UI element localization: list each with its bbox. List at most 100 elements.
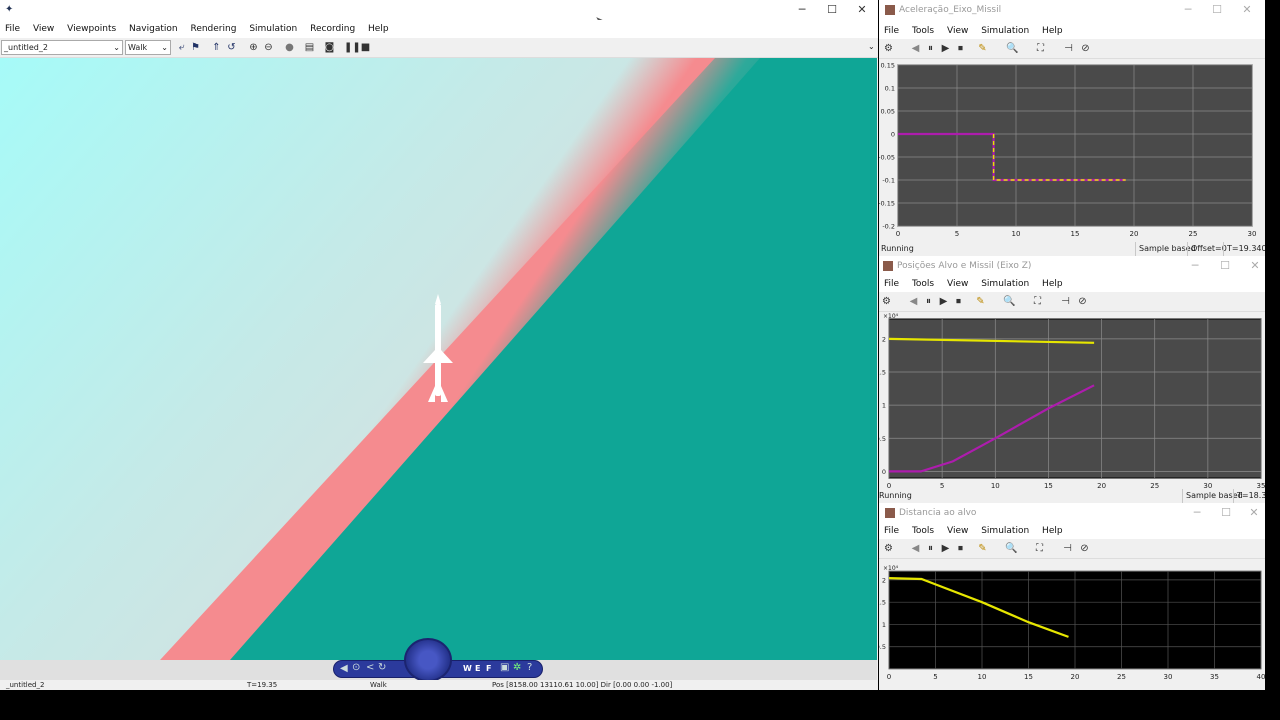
zoom-icon[interactable]: 🔍 xyxy=(1005,542,1018,555)
nav-letter-f[interactable]: F xyxy=(486,664,491,673)
viewpoint-icon[interactable]: ▤ xyxy=(303,41,316,54)
nav-left-icon[interactable]: ◀ xyxy=(340,663,348,674)
measurement-icon[interactable]: ⊘ xyxy=(1079,42,1092,55)
measurement-icon[interactable]: ⊘ xyxy=(1078,542,1091,555)
pause-icon[interactable]: ⏸ xyxy=(922,295,935,308)
menu-tools[interactable]: Tools xyxy=(907,522,939,540)
autoscale-icon[interactable]: ⛶ xyxy=(1031,295,1044,308)
navigation-wheel[interactable] xyxy=(404,638,452,682)
menu-simulation[interactable]: Simulation xyxy=(976,522,1034,540)
menu-view[interactable]: View xyxy=(942,275,973,293)
record-icon[interactable]: ● xyxy=(283,41,296,54)
go-to-default-icon[interactable]: ↺ xyxy=(225,41,238,54)
menu-view[interactable]: View xyxy=(942,22,973,40)
menu-file[interactable]: File xyxy=(0,20,25,38)
stop-icon[interactable]: ⏹ xyxy=(952,295,965,308)
cursor-measure-icon[interactable]: ⊣ xyxy=(1061,542,1074,555)
zoom-out-icon[interactable]: ⊖ xyxy=(262,41,275,54)
menu-simulation[interactable]: Simulation xyxy=(976,275,1034,293)
nav-gear-icon[interactable]: ✲ xyxy=(513,662,521,673)
nav-arrow-icon[interactable]: < xyxy=(366,662,374,673)
maximize-button[interactable]: ☐ xyxy=(823,2,841,18)
stop-icon[interactable]: ■ xyxy=(359,41,372,54)
menu-navigation[interactable]: Navigation xyxy=(124,20,183,38)
x-tick-label: 0 xyxy=(887,482,891,489)
status-time: T=18.33 xyxy=(1233,489,1265,503)
flag-icon[interactable]: ⚑ xyxy=(189,41,202,54)
highlight-icon[interactable]: ✎ xyxy=(976,42,989,55)
settings-icon[interactable]: ⚙ xyxy=(882,542,895,555)
scope-chart[interactable]: 0 5 10 15 20 25 30 35 2 1.5 1 0.5 0 ×10⁴ xyxy=(879,312,1265,490)
capture-icon[interactable]: ◙ xyxy=(323,41,336,54)
step-back-icon[interactable]: ◀ xyxy=(909,542,922,555)
menu-simulation[interactable]: Simulation xyxy=(976,22,1034,40)
step-forward-icon[interactable]: ▶ xyxy=(937,295,950,308)
x-tick-label: 35 xyxy=(1210,673,1219,681)
straighten-up-icon[interactable]: ⇑ xyxy=(210,41,223,54)
nav-help-icon[interactable]: ? xyxy=(527,662,532,673)
pause-icon[interactable]: ⏸ xyxy=(924,42,937,55)
step-forward-icon[interactable]: ▶ xyxy=(939,542,952,555)
nav-letter-e[interactable]: E xyxy=(475,664,480,673)
menu-view[interactable]: View xyxy=(28,20,59,38)
menu-tools[interactable]: Tools xyxy=(907,22,939,40)
nav-mode-select[interactable]: Walk ⌄ xyxy=(125,40,171,55)
menu-help[interactable]: Help xyxy=(1037,22,1068,40)
scope-chart[interactable]: 0 5 10 15 20 25 30 35 40 2 1.5 1 0.5 ×10⁴ xyxy=(879,559,1265,690)
menu-help[interactable]: Help xyxy=(1037,522,1068,540)
maximize-button[interactable]: ☐ xyxy=(1216,258,1234,274)
minimize-button[interactable]: ─ xyxy=(793,2,811,18)
highlight-icon[interactable]: ✎ xyxy=(976,542,989,555)
close-button[interactable]: ✕ xyxy=(1246,258,1264,274)
world-select[interactable]: _untitled_2 ⌄ xyxy=(1,40,123,55)
scope-chart[interactable]: 0 5 10 15 20 25 30 0.15 0.1 0.05 0 -0.05 -0.1 -0.15 -0… xyxy=(879,60,1265,241)
menu-rendering[interactable]: Rendering xyxy=(185,20,241,38)
menu-help[interactable]: Help xyxy=(1037,275,1068,293)
stop-icon[interactable]: ⏹ xyxy=(954,42,967,55)
menu-simulation[interactable]: Simulation xyxy=(244,20,302,38)
settings-icon[interactable]: ⚙ xyxy=(882,42,895,55)
menu-viewpoints[interactable]: Viewpoints xyxy=(62,20,121,38)
nav-box-icon[interactable]: ▣ xyxy=(500,662,509,673)
step-forward-icon[interactable]: ▶ xyxy=(939,42,952,55)
step-back-icon[interactable]: ◀ xyxy=(909,42,922,55)
close-button[interactable]: ✕ xyxy=(1245,505,1263,521)
nav-letter-w[interactable]: W xyxy=(463,664,472,673)
autoscale-icon[interactable]: ⛶ xyxy=(1033,542,1046,555)
pause-icon[interactable]: ❚❚ xyxy=(344,41,361,54)
stop-icon[interactable]: ⏹ xyxy=(954,542,967,555)
highlight-icon[interactable]: ✎ xyxy=(974,295,987,308)
menu-file[interactable]: File xyxy=(879,22,904,40)
minimize-button[interactable]: ─ xyxy=(1179,2,1197,18)
y-tick-label: -0.05 xyxy=(879,154,895,162)
menu-file[interactable]: File xyxy=(879,522,904,540)
close-button[interactable]: ✕ xyxy=(853,2,871,18)
maximize-button[interactable]: ☐ xyxy=(1208,2,1226,18)
zoom-icon[interactable]: 🔍 xyxy=(1003,295,1016,308)
menu-tools[interactable]: Tools xyxy=(907,275,939,293)
measurement-icon[interactable]: ⊘ xyxy=(1076,295,1089,308)
autoscale-icon[interactable]: ⛶ xyxy=(1034,42,1047,55)
nav-reload-icon[interactable]: ↻ xyxy=(378,662,386,673)
minimize-button[interactable]: ─ xyxy=(1188,505,1206,521)
undo-move-icon[interactable]: ⤶ xyxy=(175,41,188,54)
menu-help[interactable]: Help xyxy=(363,20,394,38)
cursor-measure-icon[interactable]: ⊣ xyxy=(1059,295,1072,308)
y-tick-label: 0.1 xyxy=(885,85,895,93)
cursor-measure-icon[interactable]: ⊣ xyxy=(1062,42,1075,55)
pause-icon[interactable]: ⏸ xyxy=(924,542,937,555)
nav-rotate-icon[interactable]: ⊙ xyxy=(352,662,360,673)
zoom-icon[interactable]: 🔍 xyxy=(1006,42,1019,55)
menu-recording[interactable]: Recording xyxy=(305,20,360,38)
scope-title: Aceleração_Eixo_Missil xyxy=(899,5,1002,15)
settings-icon[interactable]: ⚙ xyxy=(880,295,893,308)
toolbar-overflow-icon[interactable]: ⌄ xyxy=(868,42,875,51)
maximize-button[interactable]: ☐ xyxy=(1217,505,1235,521)
menu-view[interactable]: View xyxy=(942,522,973,540)
zoom-in-icon[interactable]: ⊕ xyxy=(247,41,260,54)
vr-scene[interactable] xyxy=(0,58,877,660)
close-button[interactable]: ✕ xyxy=(1238,2,1256,18)
minimize-button[interactable]: ─ xyxy=(1186,258,1204,274)
menu-file[interactable]: File xyxy=(879,275,904,293)
step-back-icon[interactable]: ◀ xyxy=(907,295,920,308)
